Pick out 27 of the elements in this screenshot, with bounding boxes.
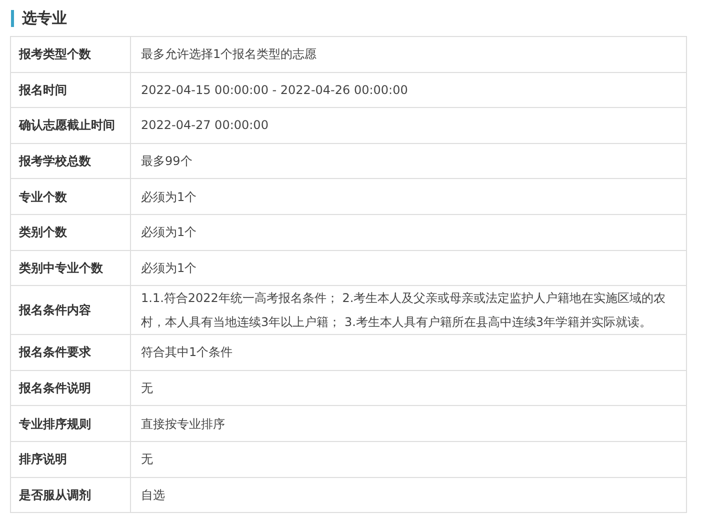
- field-label: 确认志愿截止时间: [19, 117, 115, 134]
- field-value: 1.1.符合2022年统一高考报名条件； 2.考生本人及父亲或母亲或法定监护人户籍地在实施区域的农村，本人具有当地连续3年以上户籍； 3.考生本人具有户籍所在县高中连续3年学籍并实际就读。: [141, 290, 667, 332]
- field-value: 2022-04-27 00:00:00: [141, 117, 268, 134]
- field-label: 排序说明: [19, 451, 67, 468]
- field-value: 必须为1个: [141, 260, 197, 277]
- field-value: 2022-04-15 00:00:00 - 2022-04-26 00:00:00: [141, 82, 408, 99]
- field-value: 必须为1个: [141, 188, 197, 206]
- field-value: 符合其中1个条件: [141, 344, 233, 362]
- field-label: 专业排序规则: [19, 416, 91, 433]
- field-value: 无: [141, 451, 153, 468]
- field-label: 报考学校总数: [19, 153, 91, 170]
- field-label: 报名条件说明: [19, 380, 91, 398]
- field-label: 报名条件要求: [19, 344, 91, 362]
- field-value: 最多允许选择1个报名类型的志愿: [141, 46, 317, 64]
- field-value: 无: [141, 380, 153, 398]
- section-title: 选专业: [11, 10, 67, 27]
- field-value: 必须为1个: [141, 224, 197, 242]
- field-label: 类别中专业个数: [19, 260, 103, 277]
- field-label: 报名条件内容: [19, 302, 91, 320]
- field-label: 专业个数: [19, 188, 67, 206]
- field-value: 直接按专业排序: [141, 416, 225, 433]
- field-label: 是否服从调剂: [19, 486, 91, 504]
- field-label: 报名时间: [19, 82, 67, 99]
- field-label: 报考类型个数: [19, 46, 91, 64]
- field-value: 最多99个: [141, 153, 192, 170]
- field-value: 自选: [141, 486, 165, 504]
- field-label: 类别个数: [19, 224, 67, 242]
